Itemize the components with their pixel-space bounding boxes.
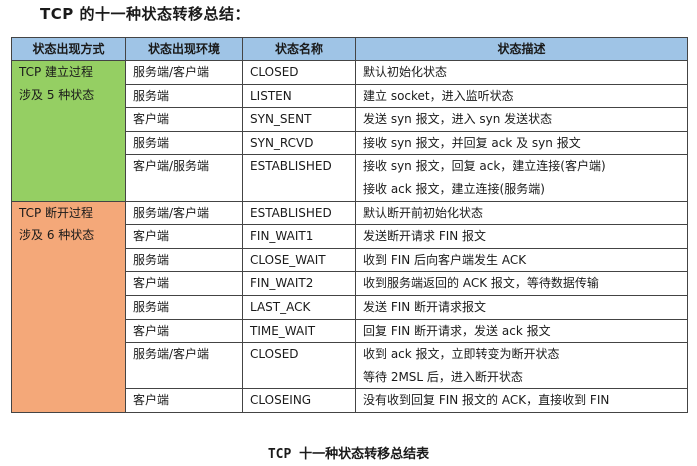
state-name-cell: CLOSE_WAIT [242,247,356,273]
environment-cell: 服务端 [125,83,243,109]
group-label-line1: TCP 断开过程 [19,205,94,220]
environment-cell: 服务端/客户端 [125,342,243,390]
tcp-state-table: 状态出现方式 状态出现环境 状态名称 状态描述 TCP 建立过程 涉及 5 种状态… [11,37,688,413]
state-name-cell: CLOSEING [242,388,356,413]
description-line: 回复 FIN 断开请求，发送 ack 报文 [363,323,551,338]
state-name-cell: FIN_WAIT1 [242,224,356,249]
description-cell: 收到 ack 报文，立即转变为断开状态 等待 2MSL 后，进入断开状态 [355,342,688,390]
description-cell: 建立 socket，进入监听状态 [355,83,688,109]
state-name-cell: ESTABLISHED [242,200,356,226]
state-name-cell: LAST_ACK [242,294,356,320]
state-name-cell: CLOSED [242,342,356,390]
group-label-line2: 涉及 6 种状态 [19,228,95,243]
environment-cell: 客户端 [125,388,243,413]
description-line: 发送 FIN 断开请求报文 [363,299,487,314]
description-line: 收到 ack 报文，立即转变为断开状态 [363,347,560,362]
description-cell: 发送 syn 报文，进入 syn 发送状态 [355,107,688,132]
description-cell: 接收 syn 报文，并回复 ack 及 syn 报文 [355,130,688,156]
description-line: 接收 syn 报文，并回复 ack 及 syn 报文 [363,135,581,150]
header-description: 状态描述 [355,37,688,61]
description-line: 建立 socket，进入监听状态 [363,88,514,103]
description-cell: 收到服务端返回的 ACK 报文，等待数据传输 [355,271,688,296]
table-caption: TCP 十一种状态转移总结表 [267,447,430,462]
environment-cell: 客户端/服务端 [125,154,243,202]
description-line: 默认断开前初始化状态 [363,205,484,220]
description-cell: 默认断开前初始化状态 [355,200,688,226]
state-name-cell: SYN_SENT [242,107,356,132]
description-cell: 发送 FIN 断开请求报文 [355,294,688,320]
header-environment: 状态出现环境 [125,37,243,61]
description-cell: 接收 syn 报文，回复 ack，建立连接(客户端) 接收 ack 报文，建立连接… [355,154,688,202]
environment-cell: 服务端 [125,130,243,156]
table-body: TCP 建立过程 涉及 5 种状态 服务端/客户端 CLOSED 默认初始化状态 服务端 L… [11,60,688,413]
table-row: TCP 建立过程 涉及 5 种状态 服务端/客户端 CLOSED 默认初始化状态 [11,60,688,202]
description-line: 等待 2MSL 后，进入断开状态 [363,369,523,384]
header-appearance-mode: 状态出现方式 [11,37,126,61]
environment-cell: 客户端 [125,271,243,296]
environment-cell: 客户端 [125,107,243,132]
description-cell: 默认初始化状态 [355,60,688,85]
group-label-line2: 涉及 5 种状态 [19,87,95,102]
environment-cell: 客户端 [125,224,243,249]
state-table-container: 状态出现方式 状态出现环境 状态名称 状态描述 TCP 建立过程 涉及 5 种状态… [11,37,688,413]
group-label-cell: TCP 建立过程 涉及 5 种状态 [11,60,126,202]
header-state-name: 状态名称 [242,37,356,61]
environment-cell: 服务端/客户端 [125,60,243,85]
description-cell: 没有收到回复 FIN 报文的 ACK，直接收到 FIN [355,388,688,413]
group-label-line1: TCP 建立过程 [19,65,94,79]
page-title: TCP 的十一种状态转移总结： [40,5,250,23]
table-row: TCP 断开过程 涉及 6 种状态 服务端/客户端 ESTABLISHED 默认断开前初… [11,200,688,413]
description-cell: 回复 FIN 断开请求，发送 ack 报文 [355,318,688,344]
description-cell: 发送断开请求 FIN 报文 [355,224,688,249]
description-line: 收到 FIN 后向客户端发生 ACK [363,252,527,267]
description-line: 发送断开请求 FIN 报文 [363,229,487,244]
description-cell: 收到 FIN 后向客户端发生 ACK [355,247,688,273]
environment-cell: 客户端 [125,318,243,344]
description-line: 发送 syn 报文，进入 syn 发送状态 [363,112,553,127]
description-line: 接收 ack 报文，建立连接(服务端) [363,181,545,196]
state-name-cell: TIME_WAIT [242,318,356,344]
state-name-cell: ESTABLISHED [242,154,356,202]
state-name-cell: CLOSED [242,60,356,85]
description-line: 收到服务端返回的 ACK 报文，等待数据传输 [363,276,599,291]
table-header-row: 状态出现方式 状态出现环境 状态名称 状态描述 [11,37,688,61]
state-name-cell: LISTEN [242,83,356,109]
group-label-cell: TCP 断开过程 涉及 6 种状态 [11,200,126,413]
description-line: 默认初始化状态 [363,65,448,79]
description-line: 没有收到回复 FIN 报文的 ACK，直接收到 FIN [363,393,610,408]
environment-cell: 服务端 [125,247,243,273]
description-line: 接收 syn 报文，回复 ack，建立连接(客户端) [363,159,606,174]
environment-cell: 服务端/客户端 [125,200,243,226]
state-name-cell: FIN_WAIT2 [242,271,356,296]
state-name-cell: SYN_RCVD [242,130,356,156]
environment-cell: 服务端 [125,294,243,320]
